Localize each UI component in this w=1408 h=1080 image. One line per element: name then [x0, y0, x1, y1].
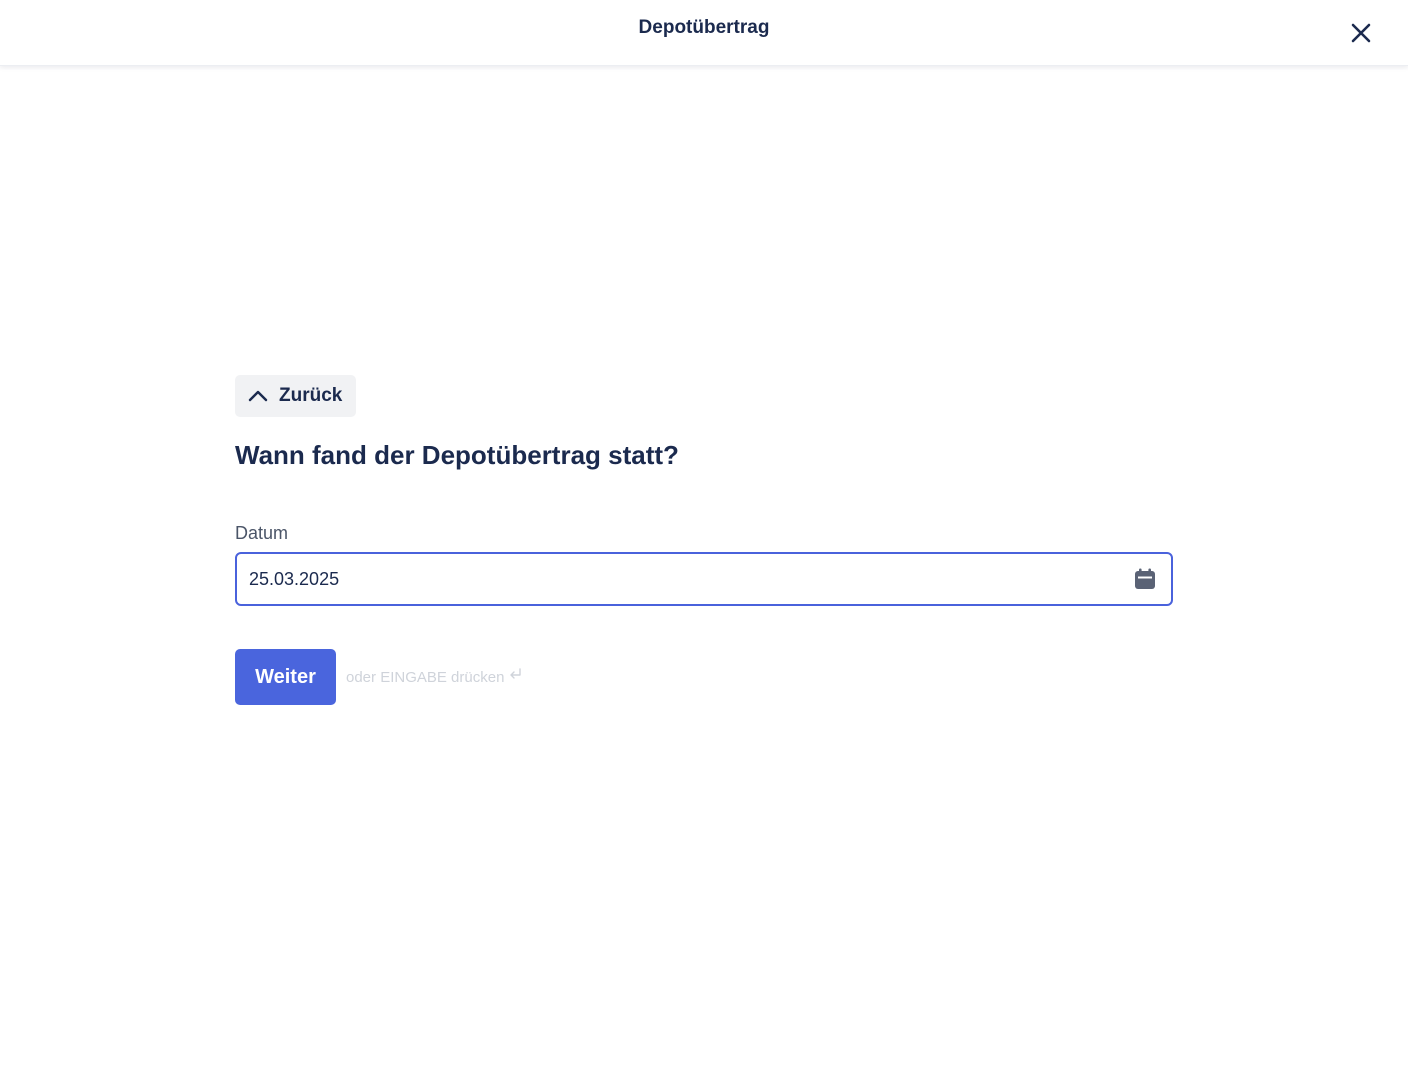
date-input[interactable] — [249, 554, 1109, 604]
page-title: Depotübertrag — [638, 17, 770, 38]
enter-hint-text: oder EINGABE drücken — [346, 668, 505, 686]
date-field-label: Datum — [235, 523, 289, 543]
close-button[interactable] — [1344, 16, 1378, 50]
enter-key-icon — [508, 667, 522, 681]
date-field[interactable] — [235, 552, 1173, 606]
next-button[interactable]: Weiter — [235, 649, 336, 705]
question-heading: Wann fand der Depotübertrag statt? — [235, 440, 679, 470]
actions-row: Weiter oder EINGABE drücken — [235, 649, 1173, 705]
form-step: Zurück Wann fand der Depotübertrag statt… — [235, 375, 1173, 705]
calendar-icon[interactable] — [1133, 567, 1157, 591]
top-bar: Depotübertrag — [0, 0, 1408, 66]
close-icon[interactable] — [1350, 22, 1372, 44]
back-button-label: Zurück — [279, 385, 343, 406]
enter-hint: oder EINGABE drücken — [346, 667, 522, 686]
back-button[interactable]: Zurück — [235, 375, 357, 417]
chevron-up-icon — [247, 385, 269, 407]
